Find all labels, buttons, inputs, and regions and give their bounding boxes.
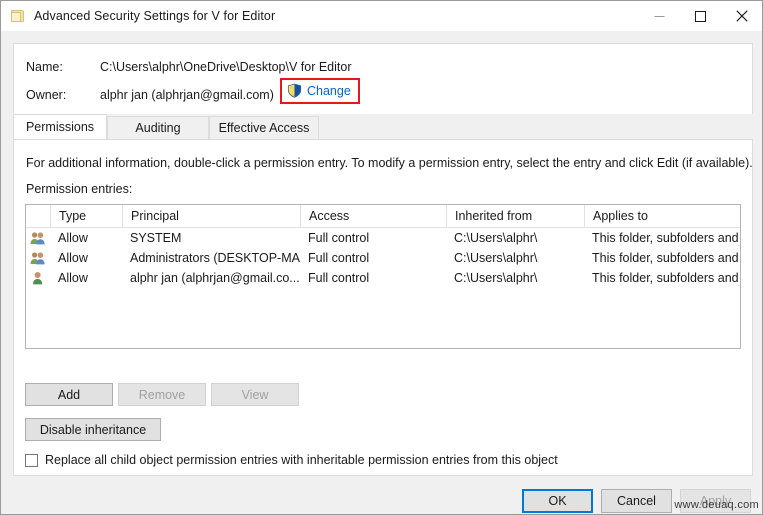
cell-applies-to: This folder, subfolders and files	[592, 231, 740, 245]
cell-inherited-from: C:\Users\alphr\	[454, 271, 538, 285]
maximize-button[interactable]	[680, 1, 721, 31]
advanced-security-settings-dialog: Advanced Security Settings for V for Edi…	[0, 0, 763, 515]
table-row[interactable]: Allow SYSTEM Full control C:\Users\alphr…	[26, 228, 740, 248]
cell-access: Full control	[308, 231, 370, 245]
replace-child-permissions-label: Replace all child object permission entr…	[45, 453, 558, 467]
ok-button-label: OK	[548, 494, 567, 508]
watermark: www.deuaq.com	[674, 499, 759, 511]
cell-principal: alphr jan (alphrjan@gmail.co...	[130, 271, 300, 285]
close-button[interactable]	[721, 1, 762, 31]
tab-permissions[interactable]: Permissions	[13, 114, 107, 139]
remove-button-label: Remove	[138, 387, 186, 402]
cancel-button[interactable]: Cancel	[601, 489, 672, 513]
permissions-tab-panel: For additional information, double-click…	[13, 139, 753, 476]
replace-child-permissions-checkbox[interactable]	[25, 453, 38, 467]
owner-value: alphr jan (alphrjan@gmail.com)	[100, 88, 274, 102]
view-button-label: View	[241, 387, 269, 402]
replace-child-permissions-row[interactable]: Replace all child object permission entr…	[25, 453, 558, 467]
column-header-inherited-from[interactable]: Inherited from	[446, 205, 584, 227]
column-header-principal[interactable]: Principal	[122, 205, 300, 227]
permission-entries-label: Permission entries:	[26, 182, 133, 196]
tab-effective-access[interactable]: Effective Access	[209, 116, 319, 139]
header-panel: Name: C:\Users\alphr\OneDrive\Desktop\V …	[13, 43, 753, 114]
cancel-button-label: Cancel	[617, 494, 656, 508]
cell-inherited-from: C:\Users\alphr\	[454, 251, 538, 265]
uac-shield-icon	[287, 83, 302, 98]
permission-list-header: Type Principal Access Inherited from App…	[26, 205, 740, 228]
cell-principal: Administrators (DESKTOP-MA...	[130, 251, 300, 265]
name-row: Name: C:\Users\alphr\OneDrive\Desktop\V …	[14, 57, 351, 77]
window-title: Advanced Security Settings for V for Edi…	[34, 9, 276, 23]
info-text: For additional information, double-click…	[26, 156, 753, 170]
ok-button[interactable]: OK	[522, 489, 593, 513]
add-button[interactable]: Add	[25, 383, 113, 406]
cell-type: Allow	[58, 231, 88, 245]
disable-inheritance-button[interactable]: Disable inheritance	[25, 418, 161, 441]
table-row[interactable]: Allow Administrators (DESKTOP-MA... Full…	[26, 248, 740, 268]
column-header-access[interactable]: Access	[300, 205, 446, 227]
column-header-icon[interactable]	[26, 205, 50, 227]
title-bar: Advanced Security Settings for V for Edi…	[1, 1, 762, 31]
remove-button: Remove	[118, 383, 206, 406]
tab-auditing-label: Auditing	[135, 121, 181, 135]
column-header-type[interactable]: Type	[50, 205, 122, 227]
cell-principal: SYSTEM	[130, 231, 182, 245]
tab-permissions-label: Permissions	[25, 120, 95, 134]
cell-applies-to: This folder, subfolders and files	[592, 271, 740, 285]
tab-auditing[interactable]: Auditing	[107, 116, 209, 139]
group-icon	[26, 248, 50, 268]
cell-access: Full control	[308, 251, 370, 265]
change-owner-link[interactable]: Change	[287, 83, 351, 98]
folder-icon	[10, 8, 26, 24]
cell-type: Allow	[58, 271, 88, 285]
cell-applies-to: This folder, subfolders and files	[592, 251, 740, 265]
user-icon	[26, 268, 50, 288]
cell-type: Allow	[58, 251, 88, 265]
view-button: View	[211, 383, 299, 406]
tab-effective-access-label: Effective Access	[218, 121, 310, 135]
owner-label: Owner:	[26, 88, 67, 102]
disable-inheritance-label: Disable inheritance	[39, 422, 147, 437]
group-icon	[26, 228, 50, 248]
name-label: Name:	[26, 60, 63, 74]
owner-row: Owner: alphr jan (alphrjan@gmail.com)	[14, 85, 274, 105]
permission-entries-list[interactable]: Type Principal Access Inherited from App…	[25, 204, 741, 349]
tab-strip: Permissions Auditing Effective Access	[13, 114, 753, 139]
name-value: C:\Users\alphr\OneDrive\Desktop\V for Ed…	[100, 60, 352, 74]
cell-access: Full control	[308, 271, 370, 285]
minimize-button[interactable]	[639, 1, 680, 31]
cell-inherited-from: C:\Users\alphr\	[454, 231, 538, 245]
change-link-label: Change	[307, 83, 351, 98]
table-row[interactable]: Allow alphr jan (alphrjan@gmail.co... Fu…	[26, 268, 740, 288]
column-header-applies-to[interactable]: Applies to	[584, 205, 740, 227]
window-controls	[639, 1, 762, 31]
add-button-label: Add	[57, 387, 81, 402]
